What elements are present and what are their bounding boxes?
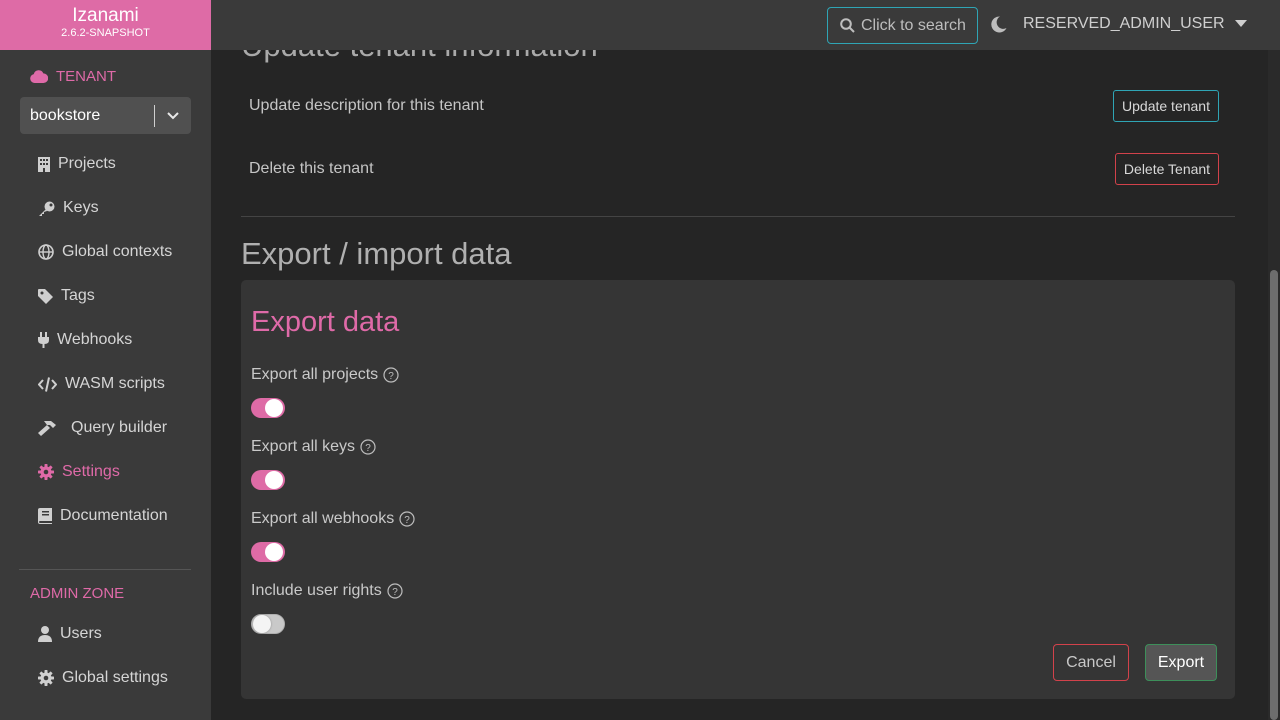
delete-tenant-button[interactable]: Delete Tenant (1115, 153, 1219, 185)
sidebar-item-webhooks[interactable]: Webhooks (38, 329, 132, 351)
tenant-heading: TENANT (30, 68, 116, 85)
export-card-title: Export data (251, 306, 400, 338)
cancel-button[interactable]: Cancel (1053, 644, 1129, 681)
help-icon[interactable]: ? (399, 511, 415, 527)
sidebar-item-keys[interactable]: Keys (38, 197, 99, 219)
gear-icon (38, 670, 54, 686)
username: RESERVED_ADMIN_USER (1023, 15, 1225, 32)
plug-icon (38, 332, 49, 348)
option-include-user-rights-label: Include user rights ? (251, 582, 403, 600)
toggle-export-webhooks[interactable] (251, 542, 285, 562)
scrollbar[interactable] (1268, 50, 1280, 720)
help-icon[interactable]: ? (383, 367, 399, 383)
gear-icon (38, 464, 54, 480)
svg-text:?: ? (365, 443, 371, 454)
sidebar-item-label: Global settings (62, 669, 168, 686)
sidebar-item-label: Keys (63, 199, 99, 216)
building-icon (38, 156, 50, 172)
key-icon (39, 201, 55, 216)
sidebar-item-label: Documentation (60, 507, 168, 524)
toggle-export-projects[interactable] (251, 398, 285, 418)
scrollbar-thumb[interactable] (1270, 270, 1278, 720)
toggle-export-keys[interactable] (251, 470, 285, 490)
export-section-title: Export / import data (241, 236, 512, 271)
sidebar-item-label: WASM scripts (65, 375, 165, 392)
tenant-heading-label: TENANT (56, 68, 116, 85)
brand-version: 2.6.2-SNAPSHOT (61, 27, 150, 39)
hammer-icon (38, 421, 56, 436)
book-icon (38, 508, 52, 524)
sidebar-item-label: Query builder (71, 419, 168, 436)
sidebar-item-tags[interactable]: Tags (38, 285, 95, 307)
export-card: Export data Export all projects ? Export… (241, 280, 1235, 699)
section-divider (241, 216, 1235, 217)
sidebar-item-query-builder[interactable]: Query builder (38, 417, 167, 439)
option-label-text: Export all keys (251, 438, 356, 455)
svg-text:?: ? (404, 515, 410, 526)
top-bar: Click to search RESERVED_ADMIN_USER (211, 0, 1280, 50)
option-label-text: Include user rights (251, 582, 382, 599)
user-menu[interactable]: RESERVED_ADMIN_USER (1023, 15, 1247, 33)
sidebar-divider (19, 569, 191, 570)
search-icon (840, 18, 855, 33)
globe-icon (38, 244, 54, 260)
option-export-keys-label: Export all keys ? (251, 438, 376, 456)
tenant-select[interactable]: bookstore (20, 97, 191, 134)
tag-icon (38, 288, 53, 304)
main-content: Update tenant information Update descrip… (211, 0, 1268, 720)
brand-name: Izanami (72, 5, 139, 26)
user-icon (38, 626, 52, 642)
option-export-projects-label: Export all projects ? (251, 366, 399, 384)
sidebar-item-label: Webhooks (57, 331, 133, 348)
sidebar: Izanami 2.6.2-SNAPSHOT TENANT bookstore … (0, 0, 211, 720)
tenant-select-value: bookstore (30, 106, 101, 124)
chevron-down-icon[interactable] (155, 111, 191, 120)
option-label-text: Export all webhooks (251, 510, 395, 527)
option-label-text: Export all projects (251, 366, 379, 383)
sidebar-item-wasm-scripts[interactable]: WASM scripts (38, 373, 165, 395)
sidebar-item-settings[interactable]: Settings (38, 461, 120, 483)
search-button[interactable]: Click to search (827, 7, 978, 44)
admin-zone-heading: ADMIN ZONE (30, 585, 125, 602)
update-tenant-button[interactable]: Update tenant (1113, 90, 1219, 122)
help-icon[interactable]: ? (360, 439, 376, 455)
sidebar-item-documentation[interactable]: Documentation (38, 505, 168, 527)
sidebar-item-global-settings[interactable]: Global settings (38, 667, 168, 689)
sidebar-item-label: Projects (58, 155, 116, 172)
moon-icon[interactable] (991, 16, 1007, 33)
sidebar-item-label: Settings (62, 463, 120, 480)
sidebar-item-label: Global contexts (62, 243, 173, 260)
option-export-webhooks-label: Export all webhooks ? (251, 510, 415, 528)
sidebar-item-projects[interactable]: Projects (38, 153, 116, 175)
search-placeholder: Click to search (861, 16, 966, 34)
brand-logo[interactable]: Izanami 2.6.2-SNAPSHOT (0, 0, 211, 50)
delete-tenant-text: Delete this tenant (249, 160, 374, 177)
code-icon (38, 376, 57, 392)
export-button[interactable]: Export (1145, 644, 1217, 681)
update-description-text: Update description for this tenant (249, 97, 484, 114)
caret-down-icon (1234, 20, 1247, 27)
svg-text:?: ? (392, 587, 398, 598)
help-icon[interactable]: ? (387, 583, 403, 599)
toggle-include-user-rights[interactable] (251, 614, 285, 634)
sidebar-item-global-contexts[interactable]: Global contexts (38, 241, 172, 263)
sidebar-item-label: Users (60, 625, 102, 642)
sidebar-item-users[interactable]: Users (38, 623, 102, 645)
svg-text:?: ? (388, 371, 394, 382)
cloud-icon (30, 70, 48, 83)
sidebar-item-label: Tags (61, 287, 95, 304)
